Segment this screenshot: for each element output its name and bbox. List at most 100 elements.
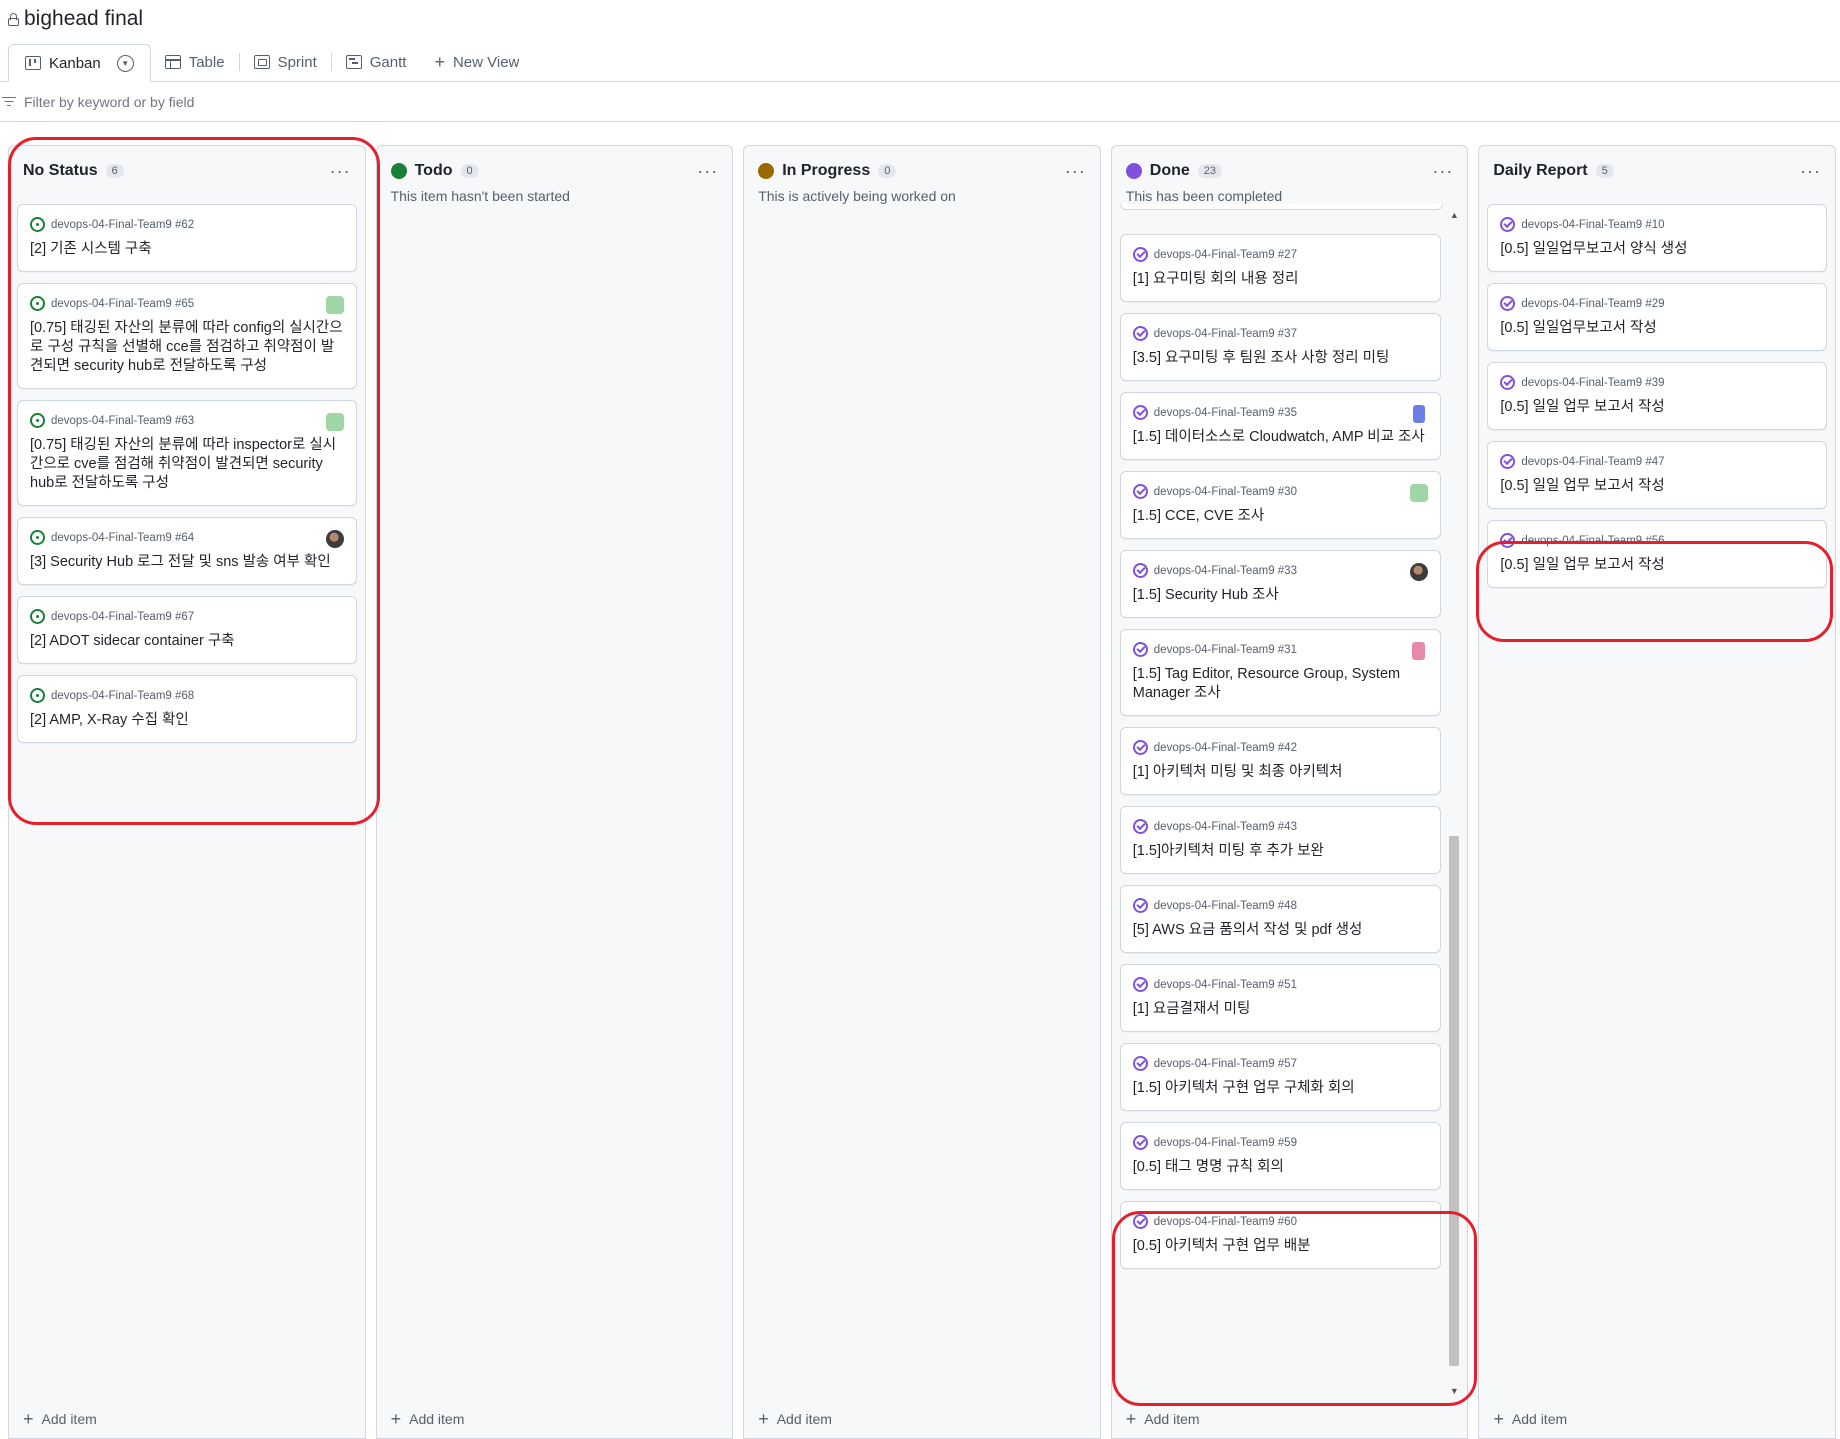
add-item-button[interactable]: + Add item [1493, 1410, 1567, 1428]
scrollbar[interactable] [1449, 836, 1460, 1366]
issue-card[interactable]: devops-04-Final-Team9 #48 [5] AWS 요금 품의서 … [1119, 885, 1442, 953]
card-title[interactable]: [1] 아키텍처 미팅 및 최종 아키텍처 [1133, 763, 1429, 782]
card-title[interactable]: [3.5] 요구미팅 후 팀원 조사 사항 정리 미팅 [1133, 349, 1429, 368]
card-title[interactable]: [0.75] 태깅된 자산의 분류에 따라 config의 실시간으로 구성 규… [30, 319, 344, 376]
issue-card[interactable]: devops-04-Final-Team9 #64 [3] Security Hu… [17, 517, 357, 585]
card-repo-ref[interactable]: devops-04-Final-Team9 #42 [1154, 742, 1297, 754]
add-item-button[interactable]: + Add item [1126, 1410, 1200, 1428]
card-repo-ref[interactable]: devops-04-Final-Team9 #63 [51, 415, 194, 427]
card-title[interactable]: [2] 기존 시스템 구축 [30, 240, 344, 259]
card-title[interactable]: [2] AMP, X-Ray 수집 확인 [30, 711, 344, 730]
issue-card[interactable]: devops-04-Final-Team9 #67 [2] ADOT sideca… [17, 596, 357, 664]
card-title[interactable]: [0.5] 아키텍처 구현 업무 배분 [1133, 1237, 1429, 1256]
green-label-icon [1410, 484, 1429, 502]
issue-card[interactable]: devops-04-Final-Team9 #27 [1] 요구미팅 회의 내용 … [1119, 234, 1442, 302]
card-title[interactable]: [5] AWS 요금 품의서 작성 및 pdf 생성 [1133, 921, 1429, 940]
card-repo-ref[interactable]: devops-04-Final-Team9 #35 [1154, 407, 1297, 419]
sprint-icon [253, 55, 270, 69]
issue-card[interactable]: devops-04-Final-Team9 #56 [0.5] 일일 업무 보고서… [1487, 520, 1827, 588]
issue-card[interactable]: devops-04-Final-Team9 #47 [0.5] 일일 업무 보고서… [1487, 441, 1827, 509]
card-title[interactable]: [1.5] 데이터소스로 Cloudwatch, AMP 비교 조사 [1133, 428, 1429, 447]
card-title[interactable]: [1.5] Security Hub 조사 [1133, 586, 1429, 605]
issue-card[interactable]: devops-04-Final-Team9 #35 [1.5] 데이터소스로 Cl… [1119, 392, 1442, 460]
card-repo-ref[interactable]: devops-04-Final-Team9 #47 [1521, 456, 1664, 468]
tab-gantt[interactable]: Gantt [332, 43, 421, 81]
card-repo-ref[interactable]: devops-04-Final-Team9 #60 [1154, 1216, 1297, 1228]
column-menu-icon[interactable]: ··· [330, 161, 351, 182]
card-repo-ref[interactable]: devops-04-Final-Team9 #37 [1154, 328, 1297, 340]
issue-card[interactable]: devops-04-Final-Team9 #42 [1] 아키텍처 미팅 및 최… [1119, 727, 1442, 795]
card-title[interactable]: [1.5] 아키텍처 구현 업무 구체화 회의 [1133, 1079, 1429, 1098]
issue-card[interactable]: devops-04-Final-Team9 #51 [1] 요금결재서 미팅 [1119, 964, 1442, 1032]
card-title[interactable]: [0.5] 태그 명명 규칙 회의 [1133, 1158, 1429, 1177]
card-repo-ref[interactable]: devops-04-Final-Team9 #33 [1154, 565, 1297, 577]
card-title[interactable]: [0.75] 태깅된 자산의 분류에 따라 inspector로 실시간으로 c… [30, 436, 344, 493]
column-menu-icon[interactable]: ··· [1800, 161, 1821, 182]
issue-card[interactable]: devops-04-Final-Team9 #31 [1.5] Tag Edito… [1119, 629, 1442, 716]
card-title[interactable]: [0.5] 일일업무보고서 작성 [1500, 319, 1814, 338]
card-title[interactable]: [1] 요구미팅 회의 내용 정리 [1133, 270, 1429, 289]
column-count: 0 [460, 164, 479, 178]
card-repo-ref[interactable]: devops-04-Final-Team9 #10 [1521, 219, 1664, 231]
tab-table[interactable]: Table [151, 43, 239, 81]
card-repo-ref[interactable]: devops-04-Final-Team9 #39 [1521, 377, 1664, 389]
filter-bar[interactable]: Filter by keyword or by field [0, 82, 1840, 122]
issue-card[interactable]: devops-04-Final-Team9 #57 [1.5] 아키텍처 구현 업… [1119, 1043, 1442, 1111]
card-title[interactable]: [1.5]아키텍처 미팅 후 추가 보완 [1133, 842, 1429, 861]
issue-card[interactable]: devops-04-Final-Team9 #62 [2] 기존 시스템 구축 [17, 204, 357, 272]
card-repo-ref[interactable]: devops-04-Final-Team9 #62 [51, 219, 194, 231]
issue-card[interactable]: devops-04-Final-Team9 #29 [0.5] 일일업무보고서 작… [1487, 283, 1827, 351]
card-title[interactable]: [2] ADOT sidecar container 구축 [30, 632, 344, 651]
column-menu-icon[interactable]: ··· [697, 161, 718, 182]
issue-card[interactable]: devops-04-Final-Team9 #10 [0.5] 일일업무보고서 양… [1487, 204, 1827, 272]
card-repo-ref[interactable]: devops-04-Final-Team9 #65 [51, 298, 194, 310]
card-repo-ref[interactable]: devops-04-Final-Team9 #64 [51, 532, 194, 544]
card-repo-ref[interactable]: devops-04-Final-Team9 #43 [1154, 821, 1297, 833]
issue-card[interactable]: devops-04-Final-Team9 #33 [1.5] Security … [1119, 550, 1442, 618]
scroll-down-icon[interactable]: ▼ [1449, 1386, 1459, 1396]
card-list: devops-04-Final-Team9 #27 [1] 요구미팅 회의 내용 … [1119, 234, 1442, 1280]
tab-label: Gantt [369, 53, 407, 71]
new-view-button[interactable]: + New View [420, 43, 533, 81]
card-title[interactable]: [0.5] 일일 업무 보고서 작성 [1500, 556, 1814, 575]
card-repo-ref[interactable]: devops-04-Final-Team9 #57 [1154, 1058, 1297, 1070]
tab-kanban[interactable]: Kanban ▼ [8, 44, 151, 82]
card-repo-ref[interactable]: devops-04-Final-Team9 #68 [51, 690, 194, 702]
scroll-up-icon[interactable]: ▲ [1449, 210, 1459, 220]
card-repo-ref[interactable]: devops-04-Final-Team9 #30 [1154, 486, 1297, 498]
card-repo-ref[interactable]: devops-04-Final-Team9 #27 [1154, 249, 1297, 261]
chevron-down-icon[interactable]: ▼ [116, 54, 134, 72]
add-item-button[interactable]: + Add item [23, 1410, 97, 1428]
issue-card[interactable]: devops-04-Final-Team9 #30 [1.5] CCE, CVE … [1119, 471, 1442, 539]
card-title[interactable]: [1.5] CCE, CVE 조사 [1133, 507, 1429, 526]
tab-sprint[interactable]: Sprint [240, 43, 331, 81]
issue-card[interactable]: devops-04-Final-Team9 #65 [0.75] 태깅된 자산의 … [17, 283, 357, 389]
card-repo-ref[interactable]: devops-04-Final-Team9 #51 [1154, 979, 1297, 991]
card-title[interactable]: [1.5] Tag Editor, Resource Group, System… [1133, 665, 1429, 703]
card-title[interactable]: [0.5] 일일 업무 보고서 작성 [1500, 477, 1814, 496]
issue-card[interactable]: devops-04-Final-Team9 #37 [3.5] 요구미팅 후 팀원… [1119, 313, 1442, 381]
card-repo-ref[interactable]: devops-04-Final-Team9 #67 [51, 611, 194, 623]
add-item-button[interactable]: + Add item [758, 1410, 832, 1428]
filter-input[interactable]: Filter by keyword or by field [24, 94, 194, 110]
issue-card[interactable]: devops-04-Final-Team9 #59 [0.5] 태그 명명 규칙 … [1119, 1122, 1442, 1190]
card-title[interactable]: [0.5] 일일업무보고서 양식 생성 [1500, 240, 1814, 259]
card-title[interactable]: [1] 요금결재서 미팅 [1133, 1000, 1429, 1019]
column-menu-icon[interactable]: ··· [1432, 161, 1453, 182]
card-title[interactable]: [3] Security Hub 로그 전달 및 sns 발송 여부 확인 [30, 553, 344, 572]
issue-card[interactable]: devops-04-Final-Team9 #43 [1.5]아키텍처 미팅 후 … [1119, 806, 1442, 874]
column-menu-icon[interactable]: ··· [1065, 161, 1086, 182]
card-repo-ref[interactable]: devops-04-Final-Team9 #31 [1154, 644, 1297, 656]
card-title[interactable]: [0.5] 일일 업무 보고서 작성 [1500, 398, 1814, 417]
issue-closed-icon [1132, 326, 1148, 341]
card-repo-ref[interactable]: devops-04-Final-Team9 #59 [1154, 1137, 1297, 1149]
issue-card[interactable]: devops-04-Final-Team9 #68 [2] AMP, X-Ray … [17, 675, 357, 743]
card-repo-ref[interactable]: devops-04-Final-Team9 #29 [1521, 298, 1664, 310]
card-repo-ref[interactable]: devops-04-Final-Team9 #56 [1521, 535, 1664, 547]
issue-closed-icon [1132, 405, 1148, 420]
add-item-button[interactable]: + Add item [391, 1410, 465, 1428]
issue-card[interactable]: devops-04-Final-Team9 #63 [0.75] 태깅된 자산의 … [17, 400, 357, 506]
card-repo-ref[interactable]: devops-04-Final-Team9 #48 [1154, 900, 1297, 912]
issue-card[interactable]: devops-04-Final-Team9 #60 [0.5] 아키텍처 구현 업… [1119, 1201, 1442, 1269]
issue-card[interactable]: devops-04-Final-Team9 #39 [0.5] 일일 업무 보고서… [1487, 362, 1827, 430]
